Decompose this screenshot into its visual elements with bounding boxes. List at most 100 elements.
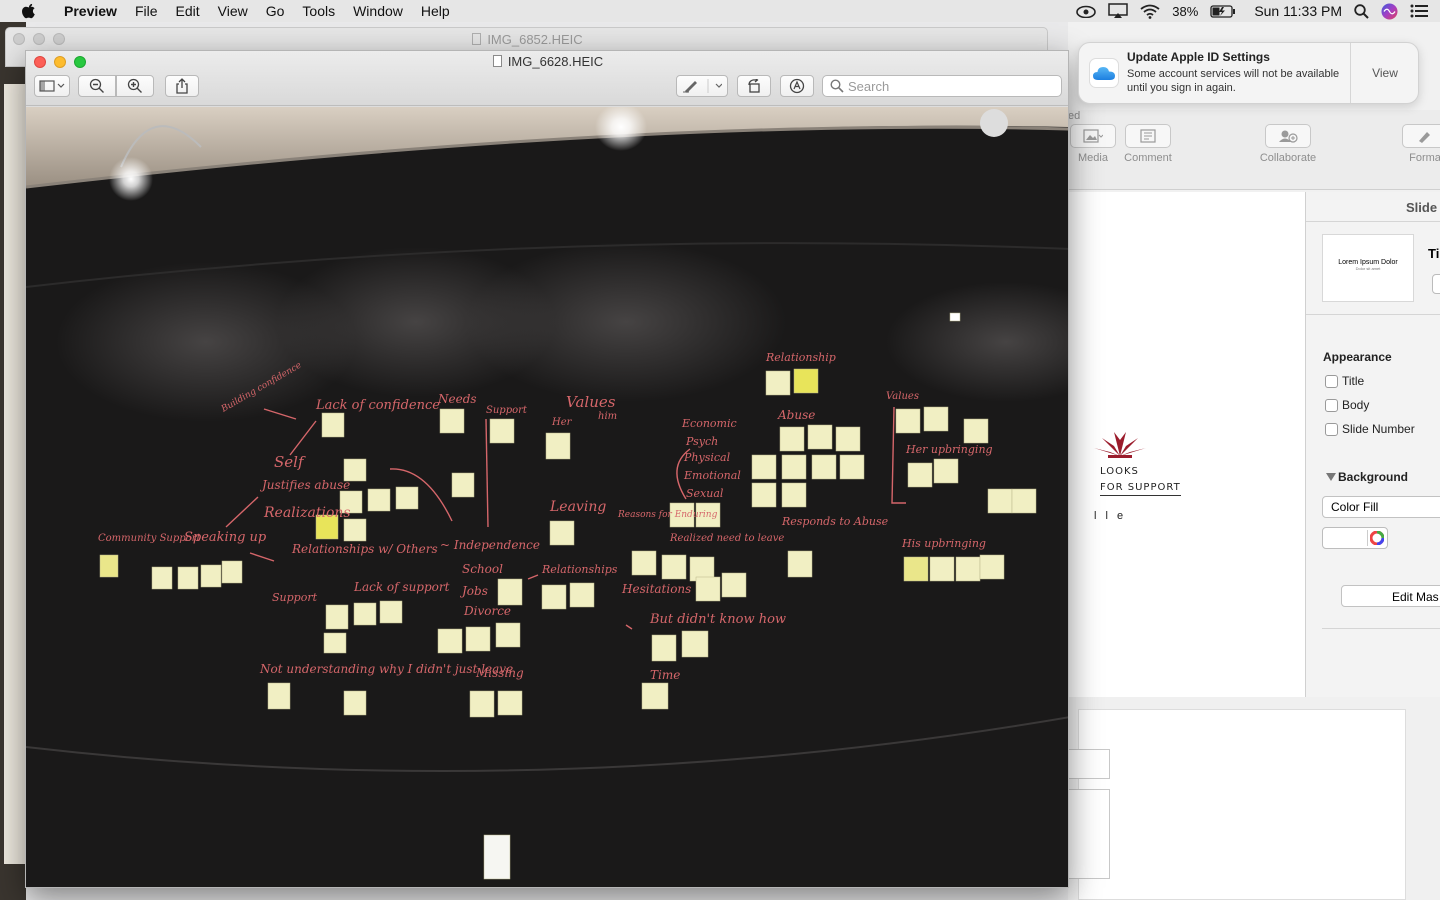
notification-center-icon[interactable] [1410, 4, 1428, 18]
color-well[interactable] [1322, 527, 1388, 549]
collaborate-tool[interactable]: Collaborate [1256, 124, 1320, 164]
layout-dropdown[interactable] [1432, 274, 1440, 294]
slide-number-checkbox-label: Slide Number [1342, 422, 1415, 436]
wb-label: Economic [681, 417, 737, 430]
slide-canvas[interactable]: LOOKS FOR SUPPORT l l e [1068, 192, 1305, 697]
share-button[interactable] [165, 75, 199, 97]
markup-toolbar-button[interactable] [780, 75, 814, 97]
zoom-in-button[interactable] [116, 75, 154, 97]
comment-icon [1140, 129, 1156, 143]
wb-label: Realized need to leave [669, 533, 784, 544]
wb-label: Emotional [683, 469, 741, 482]
markup-pen-button[interactable] [676, 75, 728, 97]
wb-label: Relationship [765, 351, 836, 364]
notification-body: Some account services will not be availa… [1127, 68, 1340, 94]
background-window-title: IMG_6852.HEIC [487, 32, 583, 47]
wb-label: Justifies abuse [259, 478, 350, 492]
title-checkbox-label: Title [1342, 374, 1365, 388]
keynote-toolbar: ed Media Comment Collaborate Forma [1068, 110, 1440, 190]
menu-help[interactable]: Help [412, 0, 459, 22]
wb-label: Sexual [686, 487, 724, 500]
format-icon [1419, 132, 1430, 143]
battery-charging-icon[interactable] [1210, 4, 1236, 18]
icloud-icon [1089, 58, 1119, 88]
menu-app-preview[interactable]: Preview [48, 0, 126, 22]
wb-label: Lack of confidence [315, 398, 440, 413]
edit-master-button[interactable]: Edit Mas [1341, 585, 1440, 607]
menu-view[interactable]: View [209, 0, 257, 22]
wb-label: Physical [683, 451, 731, 464]
notification-banner[interactable]: Update Apple ID Settings Some account se… [1078, 42, 1419, 104]
window-title: IMG_6628.HEIC [507, 54, 604, 69]
preview-window: IMG_6628.HEIC Search Lack of confidence … [25, 50, 1069, 888]
image-canvas[interactable]: Lack of confidence Self Justifies abuse … [26, 107, 1068, 887]
search-icon [830, 79, 844, 93]
wb-label: But didn't know how [649, 612, 786, 627]
siri-icon[interactable] [1381, 3, 1398, 20]
pen-icon [683, 79, 722, 93]
search-field[interactable] [822, 75, 1062, 97]
search-input[interactable] [848, 78, 1048, 94]
wb-label: ~ Independence [440, 538, 540, 552]
fill-type-select[interactable]: Color Fill [1322, 496, 1440, 518]
menu-edit[interactable]: Edit [167, 0, 209, 22]
menu-file[interactable]: File [126, 0, 167, 22]
menu-tools[interactable]: Tools [293, 0, 344, 22]
wb-label: Needs [437, 392, 477, 406]
body-checkbox[interactable] [1325, 399, 1338, 412]
format-tool[interactable]: Forma [1402, 124, 1440, 164]
wb-label: Lack of support [353, 580, 450, 594]
wb-label: Her upbringing [905, 443, 993, 456]
background-document-edge [4, 84, 26, 864]
zoom-in-icon [127, 78, 142, 93]
zoom-out-button[interactable] [78, 75, 116, 97]
format-label: Forma [1409, 152, 1440, 164]
wb-label: Responds to Abuse [781, 515, 889, 528]
sidebar-toggle-button[interactable] [34, 75, 70, 97]
title-checkbox[interactable] [1325, 375, 1338, 388]
inspector-header: Slide I [1306, 192, 1440, 222]
spotlight-search-icon[interactable] [1354, 3, 1369, 19]
appearance-label: Appearance [1323, 350, 1392, 364]
notification-title: Update Apple ID Settings [1127, 50, 1270, 64]
disclosure-triangle-icon[interactable] [1326, 473, 1336, 481]
menu-go[interactable]: Go [257, 0, 294, 22]
slide-text-support: FOR SUPPORT [1100, 482, 1181, 496]
wb-label: School [462, 562, 503, 576]
comment-tool[interactable]: Comment [1124, 124, 1172, 164]
document-icon [492, 55, 502, 67]
slide-text-fragment: l l e [1094, 510, 1127, 522]
wb-label: Relationships [541, 563, 618, 576]
collaborate-icon [1279, 130, 1298, 143]
color-wheel-icon[interactable] [1369, 531, 1384, 545]
airplay-icon[interactable] [1108, 3, 1129, 19]
wb-label: Missing [475, 666, 524, 680]
media-icon [1083, 129, 1103, 143]
battery-percent: 38% [1172, 3, 1199, 19]
window-titlebar[interactable]: IMG_6628.HEIC [26, 51, 1068, 106]
background-text-area[interactable] [1068, 789, 1110, 879]
apple-menu-icon[interactable] [20, 3, 38, 19]
background-text-field[interactable] [1068, 749, 1110, 779]
background-label: Background [1338, 470, 1409, 484]
wb-label: Reasons for Enduring [617, 510, 718, 520]
notification-view-button[interactable]: View [1351, 43, 1419, 103]
thumbnail-title: Lorem Ipsum Dolor [1338, 259, 1398, 266]
slide-layout-thumbnail[interactable]: Lorem Ipsum Dolor Dolor sit amet [1322, 234, 1414, 302]
collaborate-label: Collaborate [1259, 152, 1317, 164]
wb-label: Abuse [777, 408, 815, 422]
thumbnail-subtitle: Dolor sit amet [1355, 266, 1381, 271]
wifi-icon[interactable] [1140, 4, 1160, 19]
media-tool[interactable]: Media [1070, 124, 1116, 164]
wb-label: Her [551, 417, 573, 428]
rotate-button[interactable] [737, 75, 771, 97]
wb-label: His upbringing [901, 537, 986, 550]
menu-window[interactable]: Window [344, 0, 412, 22]
wb-label: Support [272, 591, 318, 604]
wb-label: Psych [685, 435, 718, 448]
zoom-out-icon [89, 78, 104, 93]
creative-cloud-icon[interactable] [1076, 4, 1097, 18]
wb-label: Values [886, 391, 919, 402]
menu-clock[interactable]: Sun 11:33 PM [1254, 3, 1342, 19]
slide-number-checkbox[interactable] [1325, 423, 1338, 436]
